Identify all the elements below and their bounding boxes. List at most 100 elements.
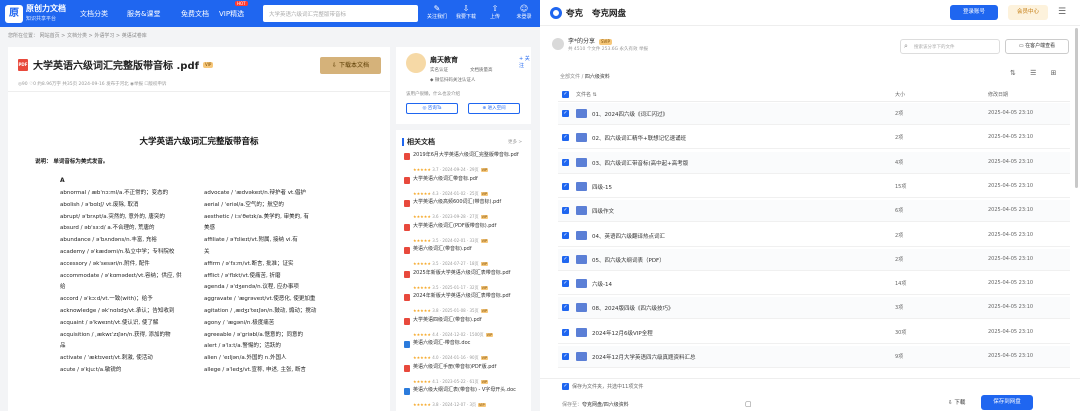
follow-us-button[interactable]: ✎ 关注我们: [425, 3, 449, 20]
file-checkbox[interactable]: ✓: [562, 182, 569, 190]
related-doc-title[interactable]: 2025年新版大学英语六级词汇表带音标.pdf: [413, 270, 526, 277]
vip-badge: VIP: [480, 191, 489, 196]
product-name[interactable]: 夸克网盘: [592, 7, 626, 19]
file-row[interactable]: ✓ 2024年12月6级VIP全程 30项 2025-04-05 23:10: [558, 321, 1070, 344]
related-doc-title[interactable]: 2024年新版大学英语六级词汇表带音标.pdf: [413, 293, 526, 300]
login-button[interactable]: 登录账号: [950, 5, 998, 20]
folder-icon: [576, 109, 587, 118]
download-button[interactable]: ⇩ 下载: [948, 398, 965, 406]
file-checkbox[interactable]: ✓: [562, 255, 569, 263]
related-doc-title[interactable]: 大学英语四级词汇(带音标).pdf: [413, 317, 526, 324]
file-row[interactable]: ✓ 四级作文 6项 2025-04-05 23:10: [558, 200, 1070, 223]
vip-center-button[interactable]: 会员中心: [1008, 5, 1048, 20]
open-in-client-button[interactable]: ▭ 在客户端查看: [1005, 39, 1069, 54]
author-name[interactable]: 扇天教育: [430, 55, 458, 65]
login-button[interactable]: ☺ 未登录: [512, 3, 536, 20]
path-root[interactable]: 全部文件: [560, 74, 580, 80]
nav-free-docs[interactable]: 免费文档: [181, 9, 209, 19]
file-checkbox[interactable]: ✓: [562, 207, 569, 215]
file-search-input[interactable]: 搜索该分享下的文件: [914, 44, 955, 50]
file-row[interactable]: ✓ 02、四六级词汇精华+联想记忆速诵班 2项 2025-04-05 23:10: [558, 127, 1070, 150]
related-doc-title[interactable]: 英语六级词汇手册(带音标)PDF版.pdf: [413, 364, 526, 371]
page-heading: 大学英语六级词汇完整版带音标: [139, 137, 259, 147]
file-date: 2025-04-05 23:10: [988, 158, 1034, 165]
file-name[interactable]: 04、英语四六级翻译热点词汇: [592, 232, 665, 240]
share-stats: 共 4510 个文件 253.6G 永久有效 举报: [568, 47, 648, 52]
rating-stars: ★★★★★: [413, 378, 431, 384]
related-doc-title[interactable]: 英语六级大纲词汇表(带音标) - V字母开头.doc: [413, 387, 526, 394]
file-row[interactable]: ✓ 05、四六级大纲词表（PDF） 2项 2025-04-05 23:10: [558, 248, 1070, 271]
file-checkbox[interactable]: ✓: [562, 134, 569, 142]
select-all-checkbox[interactable]: ✓: [562, 91, 569, 98]
file-name[interactable]: 四级-15: [592, 183, 612, 191]
file-size: 14项: [895, 281, 907, 288]
divider: [8, 91, 390, 92]
more-link[interactable]: 更多 >: [508, 139, 522, 145]
file-row[interactable]: ✓ 08、2024版四级《四六级技巧》 3项 2025-04-05 23:10: [558, 297, 1070, 320]
brand-name[interactable]: 夸克: [566, 7, 583, 19]
save-folder-checkbox[interactable]: ✓: [562, 383, 569, 390]
related-doc-stats: ★★★★★ 3.8 · 2024-12-07 · 3页 VIP: [413, 402, 486, 407]
my-downloads-button[interactable]: ⇩ 我要下载: [454, 3, 478, 20]
related-doc-stats: ★★★★★ 3.5 · 2024-02-01 · 33页 VIP: [413, 237, 489, 243]
save-to-drive-button[interactable]: 保存到网盘: [981, 395, 1033, 410]
site-logo[interactable]: 原 原创力文档 知识共享平台: [5, 4, 66, 24]
related-doc-stats: ★★★★★ 4.0 · 2024-01-16 · 90页 VIP: [413, 355, 489, 360]
file-size: 4项: [895, 159, 904, 166]
nav-doc-category[interactable]: 文档分类: [80, 9, 108, 19]
consult-button[interactable]: ◎ 咨询Ta: [406, 103, 458, 114]
related-doc-title[interactable]: 英语六级词汇(带音标).pdf: [413, 246, 526, 253]
search-input[interactable]: 大学英语六级词汇完整版带音标: [269, 10, 346, 18]
file-size: 9项: [895, 354, 904, 360]
nav-service[interactable]: 服务&课堂: [127, 9, 160, 19]
file-checkbox[interactable]: ✓: [562, 158, 569, 166]
folder-icon: [576, 133, 587, 143]
file-row[interactable]: ✓ 四级-15 15项 2025-04-05 23:10: [558, 175, 1070, 198]
vocab-line: affirm / əˈfɜːm/vt.断言, 批准；证实: [204, 260, 294, 267]
file-name[interactable]: 六级-14: [592, 280, 612, 288]
file-name[interactable]: 08、2024版四级《四六级技巧》: [592, 304, 674, 312]
file-row[interactable]: ✓ 六级-14 14项 2025-04-05 23:10: [558, 273, 1070, 296]
related-doc-title[interactable]: 英语六级词汇-带音标.doc: [413, 340, 526, 347]
avatar[interactable]: [406, 53, 426, 73]
file-checkbox[interactable]: ✓: [562, 304, 569, 312]
rating-stars: ★★★★★: [413, 284, 431, 290]
file-row[interactable]: ✓ 04、英语四六级翻译热点词汇 2项 2025-04-05 23:10: [558, 224, 1070, 247]
col-name[interactable]: 文件名 ⇅: [576, 91, 597, 98]
file-row[interactable]: ✓ 01、2024四六级《词汇闪过》 2项 2025-04-05 23:10: [558, 103, 1070, 125]
folder-icon[interactable]: ▢: [745, 400, 752, 408]
file-row[interactable]: ✓ 2024年12月大学英语四六级真题资料汇总 9项 2025-04-05 23:10: [558, 346, 1070, 368]
file-name[interactable]: 03、四六级词汇带音标(高中起+高考版: [592, 159, 688, 167]
search-box[interactable]: 大学英语六级词汇完整版带音标 ⌕: [263, 5, 418, 22]
save-option-label: 保存为文件夹，共选中11项文件: [572, 384, 644, 390]
file-checkbox[interactable]: ✓: [562, 353, 569, 360]
file-name[interactable]: 01、2024四六级《词汇闪过》: [592, 110, 668, 118]
related-doc-title[interactable]: 大学英语六级高频600词汇(带音标).pdf: [413, 199, 526, 206]
vocab-line: abrupt/ əˈbrʌpt/a.突然的, 意外的, 唐突的: [60, 213, 165, 220]
download-document-button[interactable]: ⇩ 下载本文档: [320, 57, 381, 74]
file-checkbox[interactable]: ✓: [562, 110, 569, 117]
upload-button[interactable]: ⇧ 上传: [483, 3, 507, 20]
file-name[interactable]: 四级作文: [592, 207, 614, 215]
file-name[interactable]: 02、四六级词汇精华+联想记忆速诵班: [592, 134, 686, 142]
file-name[interactable]: 05、四六级大纲词表（PDF）: [592, 256, 665, 264]
file-row[interactable]: ✓ 03、四六级词汇带音标(高中起+高考版 4项 2025-04-05 23:10: [558, 151, 1070, 174]
file-search-box[interactable]: ⌕ 搜索该分享下的文件: [900, 39, 1000, 54]
scrollbar[interactable]: [1075, 28, 1078, 188]
nav-vip[interactable]: VIP精选: [219, 9, 244, 19]
menu-icon[interactable]: ☰: [1058, 7, 1066, 17]
file-checkbox[interactable]: ✓: [562, 280, 569, 288]
file-checkbox[interactable]: ✓: [562, 328, 569, 336]
follow-button[interactable]: + 关注: [519, 55, 531, 69]
view-toggle-icons[interactable]: ⇅ ☰ ⊞: [1010, 69, 1062, 77]
file-checkbox[interactable]: ✓: [562, 231, 569, 239]
save-location: 保存至：夸克网盘/四六级资料: [562, 402, 629, 408]
related-doc-title[interactable]: 2019年6月大学英语六级词汇完整版带音标.pdf: [413, 152, 526, 159]
enter-space-button[interactable]: ⊕ 进入空间: [468, 103, 520, 114]
vocab-line: afflict / əˈflɪkt/vt.使痛苦, 折磨: [204, 272, 281, 279]
related-doc-title[interactable]: 大学英语六级词汇(PDF版带音标).pdf: [413, 223, 526, 230]
vocab-line: abolish / əˈbɑlɪʃ/ vt.废除, 取消: [60, 201, 139, 208]
related-doc-title[interactable]: 大学英语六级词汇带音标.pdf: [413, 176, 526, 183]
file-name[interactable]: 2024年12月大学英语四六级真题资料汇总: [592, 353, 696, 361]
file-name[interactable]: 2024年12月6级VIP全程: [592, 329, 653, 337]
